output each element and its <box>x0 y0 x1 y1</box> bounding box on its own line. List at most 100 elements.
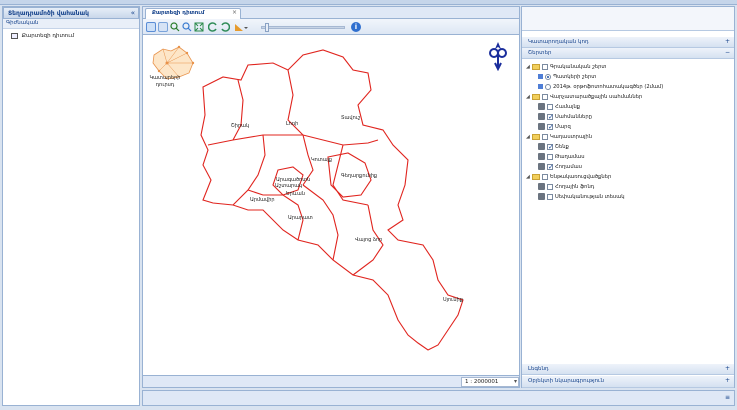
measure-icon[interactable] <box>234 22 248 32</box>
tree-node-layer[interactable]: Սեփականության տեսակ <box>538 192 625 202</box>
layer-icon <box>538 123 545 130</box>
tree-node-label: Հողամաս <box>555 164 582 170</box>
boundary-yerevan <box>272 166 304 196</box>
layer-icon <box>538 103 545 110</box>
left-panel-title: Տեղադրամոծի վահանակ <box>8 10 90 17</box>
zoom-slider-track[interactable] <box>261 26 345 29</box>
tree-node-label: 2014թ. օրթոֆոտոհատակագծեր (2մամ) <box>553 84 664 90</box>
tree-node-label: Վարչատարածքային սահմաններ <box>550 94 643 100</box>
left-section-label: Գիժնական <box>6 20 39 26</box>
layer-radio[interactable] <box>545 73 551 80</box>
folder-icon <box>532 173 540 180</box>
section-title: Լեգենդ <box>528 366 549 372</box>
tree-node-label: Հողային ֆոնդ <box>555 184 595 190</box>
collapse-bottom-icon[interactable]: ≡ <box>725 394 730 401</box>
pan-icon[interactable] <box>158 22 168 32</box>
tree-node-folder[interactable]: ◢ Վարչատարածքային սահմաններ <box>526 92 642 102</box>
layer-radio[interactable] <box>545 83 551 90</box>
chevron-down-icon[interactable]: ▾ <box>514 378 517 385</box>
layer-checkbox[interactable] <box>542 63 548 70</box>
tab-map-view[interactable]: Քարտեզի դիտում × <box>145 8 241 19</box>
section-header-info[interactable]: Օբյեկտի նկարագրություն + <box>522 376 734 388</box>
tab-strip: Քարտեզի դիտում × <box>142 6 520 19</box>
tree-node-folder[interactable]: ◢ Ենթակառուցվածքներ <box>526 172 611 182</box>
folder-icon <box>532 93 540 100</box>
folder-icon <box>532 63 540 70</box>
layer-checkbox[interactable] <box>547 112 554 122</box>
tree-node-layer[interactable]: Համայնք <box>538 102 580 112</box>
window-icon <box>11 32 18 39</box>
expand-icon[interactable]: + <box>725 38 730 45</box>
boundary-lori-tavush <box>287 69 304 136</box>
boundary-shirak-lori <box>232 79 244 141</box>
tree-node-label: Շենք <box>555 144 569 150</box>
layer-checkbox[interactable] <box>547 103 553 110</box>
layer-checkbox[interactable] <box>547 153 553 160</box>
back-icon[interactable] <box>207 22 218 32</box>
section-header-layers[interactable]: Շերտեր − <box>522 48 734 59</box>
right-panel-top-spacer <box>522 7 734 31</box>
tree-node-layer[interactable]: Թաղամաս <box>538 152 584 162</box>
layer-checkbox[interactable] <box>547 193 553 200</box>
layer-checkbox[interactable] <box>547 162 554 172</box>
layer-checkbox[interactable] <box>547 122 554 132</box>
collapse-left-icon[interactable]: « <box>131 9 135 17</box>
tree-node-layer[interactable]: Շենք <box>538 142 569 152</box>
tree-node-folder[interactable]: ◢ Գրականական շերտ <box>526 62 606 72</box>
layer-tree: ◢ Գրականական շերտ Պատկերի շերտ 2014թ. օրթոֆ… <box>522 60 734 360</box>
section-title: Կատարողական կոդ <box>528 39 589 45</box>
tree-node-layer[interactable]: Մարզ <box>538 122 571 132</box>
boundary-armavir-ararat <box>247 189 304 241</box>
tree-node-layer[interactable]: Սահմանները <box>538 112 592 122</box>
list-item-label: Քարտեզի դիտում <box>21 33 75 39</box>
close-tab-icon[interactable]: × <box>232 9 237 16</box>
folder-icon <box>532 133 540 140</box>
bottom-status-bar: ≡ <box>142 390 735 406</box>
zoom-in-icon[interactable] <box>170 22 180 32</box>
section-header-top[interactable]: Կատարողական կոդ + <box>522 37 734 48</box>
full-extent-icon[interactable] <box>194 22 204 32</box>
lake-sevan <box>327 152 372 198</box>
tree-node-label: Պատկերի շերտ <box>553 74 597 80</box>
tree-node-layer[interactable]: Հողային ֆոնդ <box>538 182 594 192</box>
top-strip <box>0 0 737 5</box>
section-title: Օբյեկտի նկարագրություն <box>528 378 604 384</box>
layer-checkbox[interactable] <box>547 142 554 152</box>
zoom-out-icon[interactable] <box>182 22 192 32</box>
expand-icon[interactable]: + <box>725 377 730 384</box>
layer-icon <box>538 163 545 170</box>
layer-checkbox[interactable] <box>542 133 548 140</box>
tree-node-layer[interactable]: Հողամաս <box>538 162 582 172</box>
section-header-legend[interactable]: Լեգենդ + <box>522 364 734 375</box>
tree-node-label: Ենթակառուցվածքներ <box>550 174 612 180</box>
regions-map[interactable] <box>193 45 483 365</box>
list-item-map-view[interactable]: Քարտեզի դիտում <box>11 31 74 41</box>
boundary-vayots-syunik <box>352 204 384 276</box>
tree-node-radio[interactable]: 2014թ. օրթոֆոտոհատակագծեր (2մամ) <box>538 82 663 92</box>
scale-select[interactable]: 1 : 2000001 ▾ <box>461 377 519 387</box>
layer-icon <box>538 193 545 200</box>
layer-icon <box>538 183 545 190</box>
info-icon[interactable]: i <box>351 22 361 32</box>
section-title: Շերտեր <box>528 50 552 56</box>
refresh-icon[interactable] <box>146 22 156 32</box>
tree-node-folder[interactable]: ◢ Կադաստրային <box>526 132 592 142</box>
tree-node-radio[interactable]: Պատկերի շերտ <box>538 72 596 82</box>
forward-icon[interactable] <box>220 22 231 32</box>
layer-checkbox[interactable] <box>542 93 548 100</box>
layer-checkbox[interactable] <box>547 183 553 190</box>
zoom-slider-thumb[interactable] <box>265 23 269 32</box>
left-section-header[interactable]: Գիժնական <box>3 19 139 29</box>
tree-node-label: Թաղամաս <box>555 154 585 160</box>
tab-label: Քարտեզի դիտում <box>152 10 205 16</box>
expand-icon[interactable]: + <box>725 365 730 372</box>
map-canvas[interactable]: Կատարերի դուրսդ Շիրակ Լոռի Տավուշ Արագած… <box>142 35 520 376</box>
tree-node-label: Կադաստրային <box>550 134 593 140</box>
north-arrow-icon <box>489 42 507 71</box>
map-statusbar: 1 : 2000001 ▾ <box>142 376 520 388</box>
left-panel: Տեղադրամոծի վահանակ « Գիժնական Քարտեզի դ… <box>2 6 140 406</box>
right-panel: Կատարողական կոդ + Շերտեր − ◢ Գրականական շ… <box>521 6 735 388</box>
tree-node-label: Սեփականության տեսակ <box>555 194 625 200</box>
collapse-icon[interactable]: − <box>725 49 730 56</box>
layer-checkbox[interactable] <box>542 173 548 180</box>
